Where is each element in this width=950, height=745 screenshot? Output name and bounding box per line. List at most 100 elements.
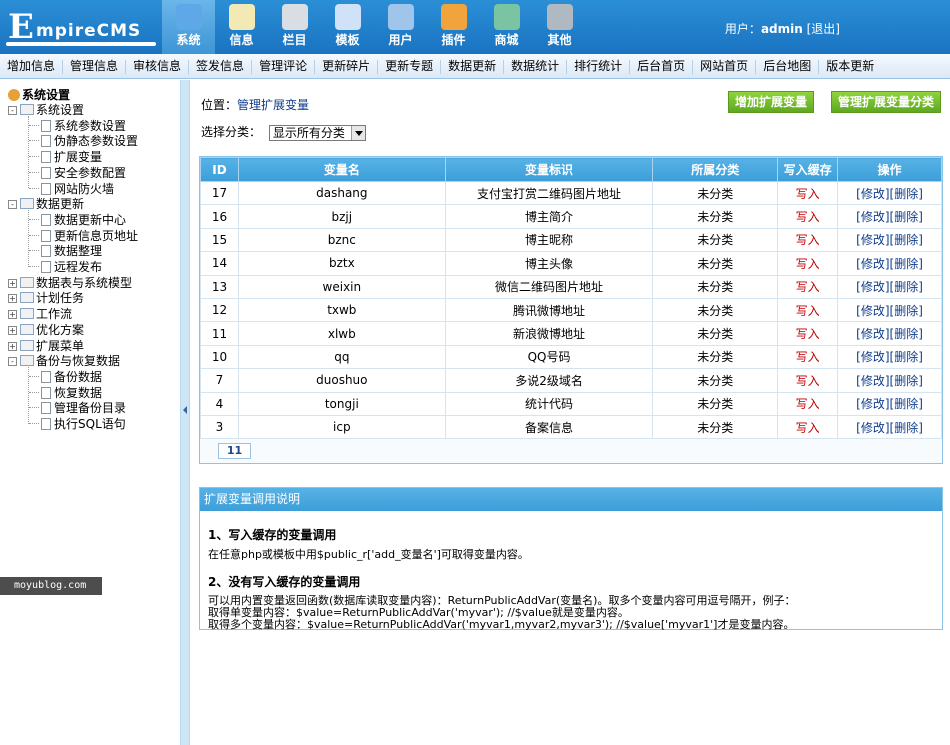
cell-id: 17: [200, 180, 239, 206]
tree-group[interactable]: + 计划任务: [8, 290, 84, 306]
tree-item[interactable]: 网站防火墙: [29, 181, 114, 197]
tree-item[interactable]: 系统参数设置: [29, 118, 126, 134]
manage-variable-class-button[interactable]: 管理扩展变量分类: [831, 91, 942, 113]
cell-id: 10: [200, 344, 239, 370]
tree-item[interactable]: 远程发布: [29, 259, 102, 275]
edit-link[interactable]: [修改]: [856, 327, 889, 341]
collapse-arrow-icon[interactable]: [183, 406, 187, 414]
table-row: 14 bztx 博主头像 未分类 写入 [修改][删除]: [200, 251, 942, 276]
tree-group[interactable]: - 备份与恢复数据: [8, 353, 120, 369]
add-variable-button[interactable]: 增加扩展变量: [728, 91, 815, 113]
tree-group[interactable]: + 优化方案: [8, 322, 84, 338]
edit-link[interactable]: [修改]: [856, 280, 889, 294]
edit-link[interactable]: [修改]: [856, 374, 889, 388]
column-header: 变量标识: [444, 157, 654, 182]
quick-menu-item[interactable]: 增加信息: [0, 54, 62, 79]
tree-item[interactable]: 安全参数配置: [29, 165, 126, 181]
cell-id: 13: [200, 274, 239, 299]
delete-link[interactable]: [删除]: [890, 257, 923, 271]
delete-link[interactable]: [删除]: [890, 374, 923, 388]
expand-icon[interactable]: +: [8, 310, 17, 320]
nav-item-1[interactable]: 信息: [215, 0, 268, 54]
quick-menu-item[interactable]: 后台首页: [630, 54, 692, 79]
quick-menu-item[interactable]: 更新专题: [378, 54, 440, 79]
delete-link[interactable]: [删除]: [890, 397, 923, 411]
quick-menu-item[interactable]: 管理评论: [252, 54, 314, 79]
delete-link[interactable]: [删除]: [890, 233, 923, 247]
tree-group[interactable]: - 数据更新: [8, 196, 84, 212]
edit-link[interactable]: [修改]: [856, 350, 889, 364]
nav-item-5[interactable]: 插件: [427, 0, 480, 54]
page-icon: [41, 261, 51, 273]
breadcrumb-link[interactable]: 管理扩展变量: [237, 98, 309, 112]
cell-actions: [修改][删除]: [837, 368, 942, 393]
tree-group[interactable]: + 工作流: [8, 306, 72, 322]
empirecms-logo[interactable]: E mpireCMS: [6, 8, 158, 46]
edit-link[interactable]: [修改]: [856, 421, 889, 435]
delete-link[interactable]: [删除]: [890, 350, 923, 364]
collapse-icon[interactable]: -: [8, 200, 17, 210]
quick-menu-item[interactable]: 数据更新: [441, 54, 503, 79]
nav-item-4[interactable]: 用户: [374, 0, 427, 54]
delete-link[interactable]: [删除]: [890, 187, 923, 201]
edit-link[interactable]: [修改]: [856, 397, 889, 411]
delete-link[interactable]: [删除]: [890, 327, 923, 341]
quick-menu-item[interactable]: 审核信息: [126, 54, 188, 79]
edit-link[interactable]: [修改]: [856, 187, 889, 201]
tree-root[interactable]: 系统设置: [8, 86, 70, 103]
tree-item[interactable]: 执行SQL语句: [29, 416, 126, 432]
expand-icon[interactable]: +: [8, 294, 17, 304]
edit-link[interactable]: [修改]: [856, 257, 889, 271]
tree-item[interactable]: 扩展变量: [29, 149, 102, 165]
delete-link[interactable]: [删除]: [890, 280, 923, 294]
quick-menu-item[interactable]: 更新碎片: [315, 54, 377, 79]
quick-menu-item[interactable]: 排行统计: [567, 54, 629, 79]
tree-group[interactable]: + 数据表与系统模型: [8, 275, 132, 291]
tree-item[interactable]: 更新信息页地址: [29, 228, 138, 244]
expand-icon[interactable]: +: [8, 341, 17, 351]
logout-link[interactable]: [退出]: [807, 22, 840, 36]
cell-cache: 写入: [777, 274, 839, 299]
expand-icon[interactable]: +: [8, 325, 17, 335]
cell-cache: 写入: [777, 321, 839, 346]
tree-item[interactable]: 管理备份目录: [29, 400, 126, 416]
tree-item[interactable]: 数据更新中心: [29, 212, 126, 228]
tree-group[interactable]: - 系统设置: [8, 102, 84, 118]
nav-item-6[interactable]: 商城: [480, 0, 533, 54]
cell-var-name: bztx: [237, 251, 446, 276]
quick-menu-item[interactable]: 后台地图: [756, 54, 818, 79]
nav-item-7[interactable]: 其他: [533, 0, 586, 54]
page-icon: [41, 135, 51, 148]
edit-link[interactable]: [修改]: [856, 304, 889, 318]
nav-item-0[interactable]: 系统: [162, 0, 215, 54]
page-icon: [41, 229, 51, 242]
delete-link[interactable]: [删除]: [890, 304, 923, 318]
quick-menu-item[interactable]: 签发信息: [189, 54, 251, 79]
collapse-icon[interactable]: -: [8, 106, 17, 115]
tree-item[interactable]: 恢复数据: [29, 385, 102, 401]
panel-splitter[interactable]: [180, 80, 190, 745]
tree-item[interactable]: 数据整理: [29, 243, 102, 259]
delete-link[interactable]: [删除]: [890, 210, 923, 224]
table-row: 11 xlwb 新浪微博地址 未分类 写入 [修改][删除]: [200, 321, 942, 346]
tree-item[interactable]: 伪静态参数设置: [29, 133, 138, 149]
total-count[interactable]: 11: [218, 443, 251, 460]
quick-menu-item[interactable]: 网站首页: [693, 54, 755, 79]
collapse-icon[interactable]: -: [8, 357, 17, 367]
quick-menu-item[interactable]: 管理信息: [63, 54, 125, 79]
delete-link[interactable]: [删除]: [890, 421, 923, 435]
cell-var-label: 腾讯微博地址: [444, 297, 654, 323]
edit-link[interactable]: [修改]: [856, 210, 889, 224]
edit-link[interactable]: [修改]: [856, 233, 889, 247]
expand-icon[interactable]: +: [8, 278, 17, 288]
nav-item-2[interactable]: 栏目: [268, 0, 321, 54]
quick-menu-item[interactable]: 数据统计: [504, 54, 566, 79]
tree-group[interactable]: + 扩展菜单: [8, 338, 84, 354]
cell-actions: [修改][删除]: [837, 344, 942, 370]
nav-item-3[interactable]: 模板: [321, 0, 374, 54]
quick-menu-item[interactable]: 版本更新: [819, 54, 881, 79]
category-select[interactable]: 显示所有分类: [268, 124, 366, 141]
cell-id: 14: [200, 251, 239, 276]
cell-cache: 写入: [777, 227, 839, 253]
tree-item[interactable]: 备份数据: [29, 369, 102, 385]
